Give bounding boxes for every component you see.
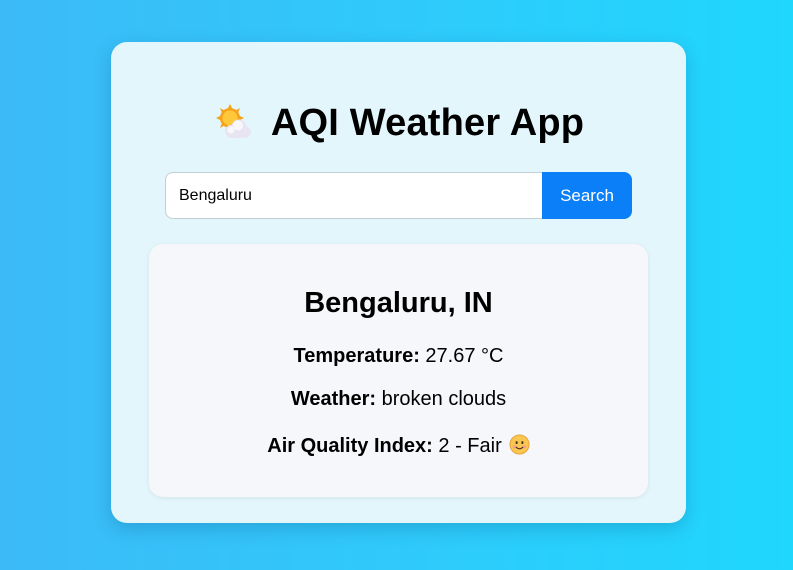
temperature-value: 27.67 °C [425, 345, 504, 367]
aqi-row: Air Quality Index: 2 - Fair [149, 434, 648, 458]
slightly-smiling-face-icon [509, 434, 530, 455]
temperature-row: Temperature: 27.67 °C [149, 344, 648, 368]
city-search-input[interactable] [165, 172, 542, 219]
weather-label: Weather: [290, 388, 377, 410]
app-title-text: AQI Weather App [270, 102, 585, 144]
search-button[interactable]: Search [542, 172, 632, 219]
sun-behind-cloud-icon [215, 104, 251, 138]
app-card: AQI Weather App Search Bengaluru, IN Tem… [111, 42, 686, 523]
weather-result-panel: Bengaluru, IN Temperature: 27.67 °C Weat… [149, 244, 648, 497]
result-city-name: Bengaluru, IN [304, 287, 493, 319]
aqi-value: 2 - Fair [438, 435, 502, 457]
search-form: Search [165, 172, 632, 219]
weather-value: broken clouds [381, 388, 507, 410]
aqi-label: Air Quality Index: [267, 435, 433, 457]
app-title: AQI Weather App [111, 100, 686, 146]
temperature-label: Temperature: [293, 345, 420, 367]
weather-row: Weather: broken clouds [149, 387, 648, 411]
